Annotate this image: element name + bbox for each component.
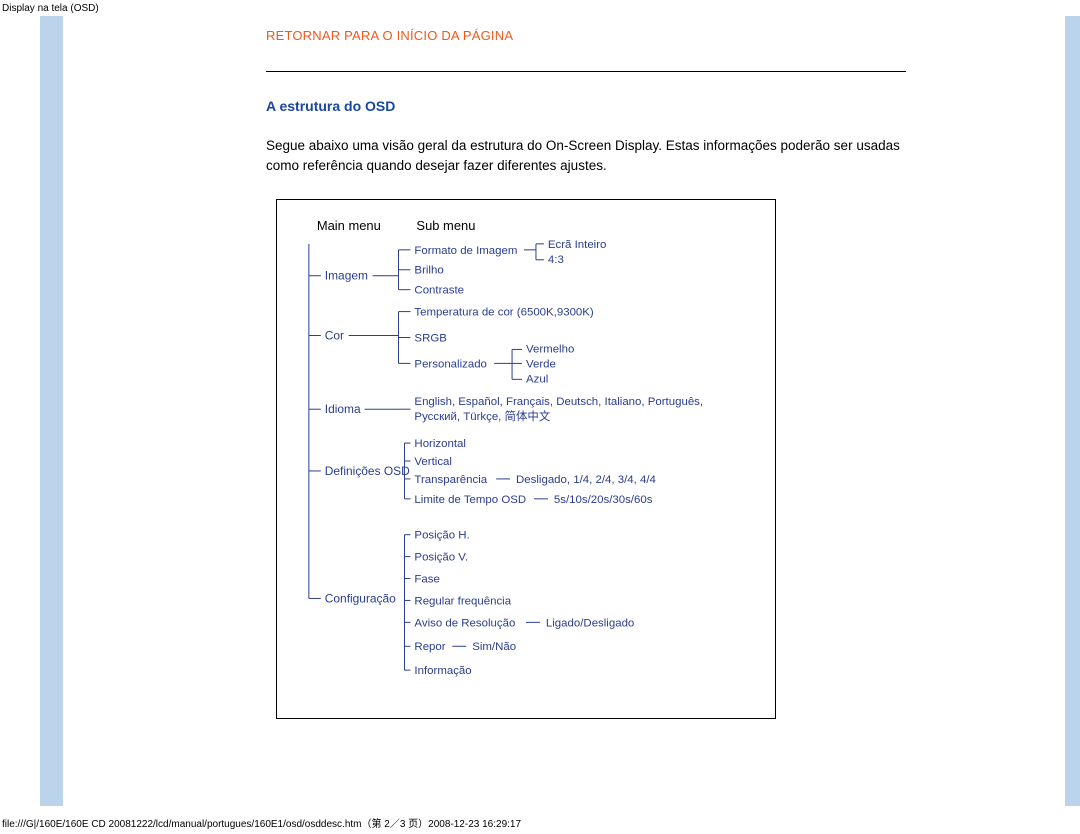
main-content: RETORNAR PARA O INÍCIO DA PÁGINA A estru… [266, 28, 966, 719]
mm-config: Configuração [325, 592, 396, 606]
sm-contraste: Contraste [414, 285, 464, 297]
col-header-main: Main menu [317, 218, 381, 233]
mm-cor: Cor [325, 329, 344, 343]
mm-idioma: Idioma [325, 402, 361, 416]
osd-tree-svg: Main menu Sub menu Imagem Formato de Ima… [277, 200, 775, 718]
decorative-left-bar [40, 16, 63, 806]
opt-ecra-inteiro: Ecrã Inteiro [548, 239, 606, 251]
return-to-top-link[interactable]: RETORNAR PARA O INÍCIO DA PÁGINA [266, 28, 966, 43]
sm-transparencia: Transparência [414, 474, 487, 486]
mm-def-osd: Definições OSD [325, 464, 410, 478]
mm-imagem: Imagem [325, 269, 368, 283]
sm-informacao: Informação [414, 665, 471, 677]
sm-idioma-line1: English, Español, Français, Deutsch, Ita… [414, 396, 703, 408]
page-title-small: Display na tela (OSD) [2, 3, 99, 14]
sm-srgb: SRGB [414, 333, 447, 345]
section-heading: A estrutura do OSD [266, 98, 966, 114]
sm-vertical: Vertical [414, 456, 452, 468]
sm-brilho: Brilho [414, 265, 443, 277]
opt-ligado-desligado: Ligado/Desligado [546, 617, 634, 629]
sm-posicao-h: Posição H. [414, 530, 469, 542]
sm-idioma-line2: Русский, Türkçe, 简体中文 [414, 409, 550, 423]
decorative-right-bar [1065, 16, 1080, 806]
opt-4-3: 4:3 [548, 254, 564, 266]
sm-regular-freq: Regular frequência [414, 596, 511, 608]
osd-tree-diagram: Main menu Sub menu Imagem Formato de Ima… [276, 199, 776, 719]
sm-temp-cor: Temperatura de cor (6500K,9300K) [414, 307, 593, 319]
opt-verde: Verde [526, 358, 556, 370]
opt-transp: Desligado, 1/4, 2/4, 3/4, 4/4 [516, 474, 657, 486]
divider [266, 71, 906, 72]
sm-fase: Fase [414, 574, 439, 586]
body-paragraph: Segue abaixo uma visão geral da estrutur… [266, 136, 906, 175]
sm-repor: Repor [414, 641, 445, 653]
sm-limite-tempo: Limite de Tempo OSD [414, 494, 526, 506]
col-header-sub: Sub menu [416, 218, 475, 233]
sm-personalizado: Personalizado [414, 358, 486, 370]
sm-horizontal: Horizontal [414, 438, 466, 450]
sm-aviso-res: Aviso de Resolução [414, 617, 515, 629]
opt-sim-nao: Sim/Não [472, 641, 516, 653]
opt-tempo: 5s/10s/20s/30s/60s [554, 494, 653, 506]
footer-path: file:///G|/160E/160E CD 20081222/lcd/man… [2, 815, 521, 830]
opt-azul: Azul [526, 373, 548, 385]
sm-posicao-v: Posição V. [414, 552, 468, 564]
sm-formato-imagem: Formato de Imagem [414, 245, 517, 257]
opt-vermelho: Vermelho [526, 344, 574, 356]
